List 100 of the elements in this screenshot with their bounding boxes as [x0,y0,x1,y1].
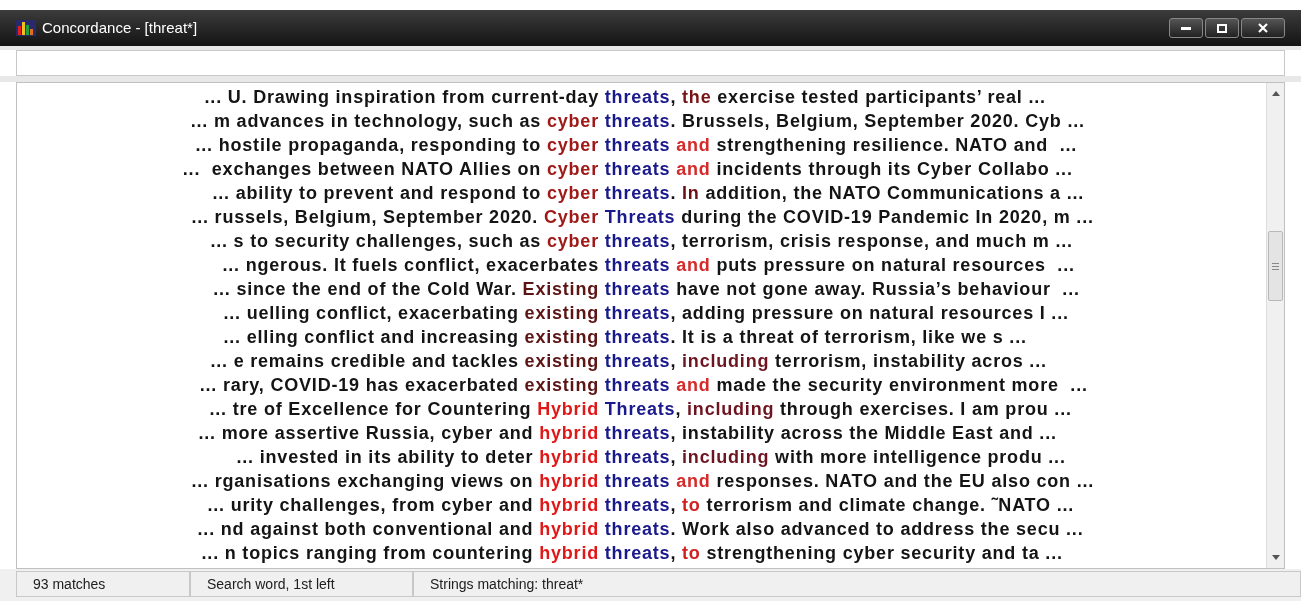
search-word: threats [604,231,671,251]
punctuation: . [670,111,677,131]
input-strip[interactable] [16,50,1285,76]
context-text: made the security environment more ... [716,375,1088,395]
context-text: ... urity challenges, from cyber and [207,495,534,515]
search-word: threats [604,495,671,515]
search-word: Threats [604,399,676,419]
collocate-word: existing [524,351,599,371]
punctuation: . [670,327,677,347]
punctuation: , [670,303,677,323]
collocate-word: hybrid [539,495,599,515]
context-text: Brussels, Belgium, September 2020. Cyb ... [682,111,1085,131]
context-text: ... tre of Excellence for Countering [209,399,532,419]
context-text: ... hostile propaganda, responding to [195,135,542,155]
context-text: strengthening resilience. NATO and ... [716,135,1078,155]
punctuation: , [670,495,677,515]
search-word: threats [604,351,671,371]
search-word: threats [604,519,671,539]
collocate-word: cyber [546,111,599,131]
up-arrow-icon [1271,91,1280,96]
collocate-word: and [676,471,711,491]
punctuation: , [670,543,677,563]
collocate-word: existing [524,327,599,347]
collocate-word: and [676,135,711,155]
context-text: terrorism and climate change. ˜NATO ... [706,495,1075,515]
collocate-word: cyber [546,231,599,251]
context-text: ... ability to prevent and respond to [212,183,542,203]
collocate-word: the [682,87,712,107]
punctuation: , [670,87,677,107]
context-text: instability across the Middle East and ... [682,423,1057,443]
collocate-word: Hybrid [537,399,599,419]
search-word: threats [604,543,671,563]
maximize-button[interactable] [1205,18,1239,38]
context-text: ... rganisations exchanging views on [191,471,534,491]
search-word: threats [604,303,671,323]
context-text: addition, the NATO Communications a ... [705,183,1085,203]
scrollbar-thumb[interactable] [1268,231,1283,301]
status-panel: Strings matching: threat* [413,571,1301,597]
context-text: ... uelling conflict, exacerbating [223,303,519,323]
window-title: Concordance - [threat*] [42,17,198,38]
collocate-word: hybrid [539,543,599,563]
collocate-word: and [676,159,711,179]
search-word: threats [604,111,671,131]
context-text: ... n topics ranging from countering [201,543,534,563]
scrollbar[interactable] [1266,83,1284,568]
punctuation: , [670,351,677,371]
minimize-icon [1181,26,1191,30]
context-text: It is a threat of terrorism, like we s ... [682,327,1027,347]
search-word: threats [604,279,671,299]
context-text: ... m advances in technology, such as [190,111,542,131]
collocate-word: hybrid [539,447,599,467]
collocate-word: and [676,375,711,395]
context-text: during the COVID-19 Pandemic In 2020, m ... [681,207,1094,227]
punctuation: , [670,231,677,251]
close-button[interactable] [1241,18,1285,38]
collocate-word: including [687,399,775,419]
collocate-word: Existing [522,279,599,299]
punctuation: , [670,423,677,443]
context-text: ... more assertive Russia, cyber and [198,423,534,443]
collocate-word: to [682,543,701,563]
context-text: ... e remains credible and tackles [210,351,519,371]
search-word: threats [604,183,671,203]
minimize-button[interactable] [1169,18,1203,38]
context-text: Work also advanced to address the secu ... [682,519,1084,539]
collocate-word: hybrid [539,519,599,539]
search-word: threats [604,471,671,491]
context-text: terrorism, crisis response, and much m ... [682,231,1073,251]
context-text: ... U. Drawing inspiration from current-day [204,87,599,107]
collocate-word: cyber [546,135,599,155]
context-text: with more intelligence produ ... [775,447,1066,467]
punctuation: . [670,519,677,539]
status-panel: Search word, 1st left [190,571,413,597]
collocate-word: including [682,447,770,467]
down-arrow-icon [1271,555,1280,560]
collocate-word: In [682,183,700,203]
collocate-word: hybrid [539,423,599,443]
status-panel: 93 matches [16,571,190,597]
search-word: threats [604,87,671,107]
search-word: threats [604,159,671,179]
punctuation: , [670,447,677,467]
search-word: threats [604,447,671,467]
context-text: terrorism, instability acros ... [775,351,1047,371]
collocate-word: hybrid [539,471,599,491]
punctuation: . [670,183,677,203]
context-text: ... rary, COVID-19 has exacerbated [199,375,519,395]
context-text: responses. NATO and the EU also con ... [716,471,1095,491]
context-text: ... russels, Belgium, September 2020. [191,207,539,227]
context-text: have not gone away. Russia’s behaviour ... [676,279,1080,299]
search-word: Threats [604,207,676,227]
context-text: ... nd against both conventional and [197,519,534,539]
collocate-word: Cyber [543,207,599,227]
collocate-word: cyber [546,159,599,179]
context-text: ... since the end of the Cold War. [213,279,517,299]
collocate-word: to [682,495,701,515]
context-text: ... invested in its ability to deter [236,447,534,467]
collocate-word: cyber [546,183,599,203]
collocate-word: including [682,351,770,371]
maximize-icon [1217,23,1227,33]
collocate-word: existing [524,303,599,323]
context-text: ... elling conflict and increasing [223,327,519,347]
